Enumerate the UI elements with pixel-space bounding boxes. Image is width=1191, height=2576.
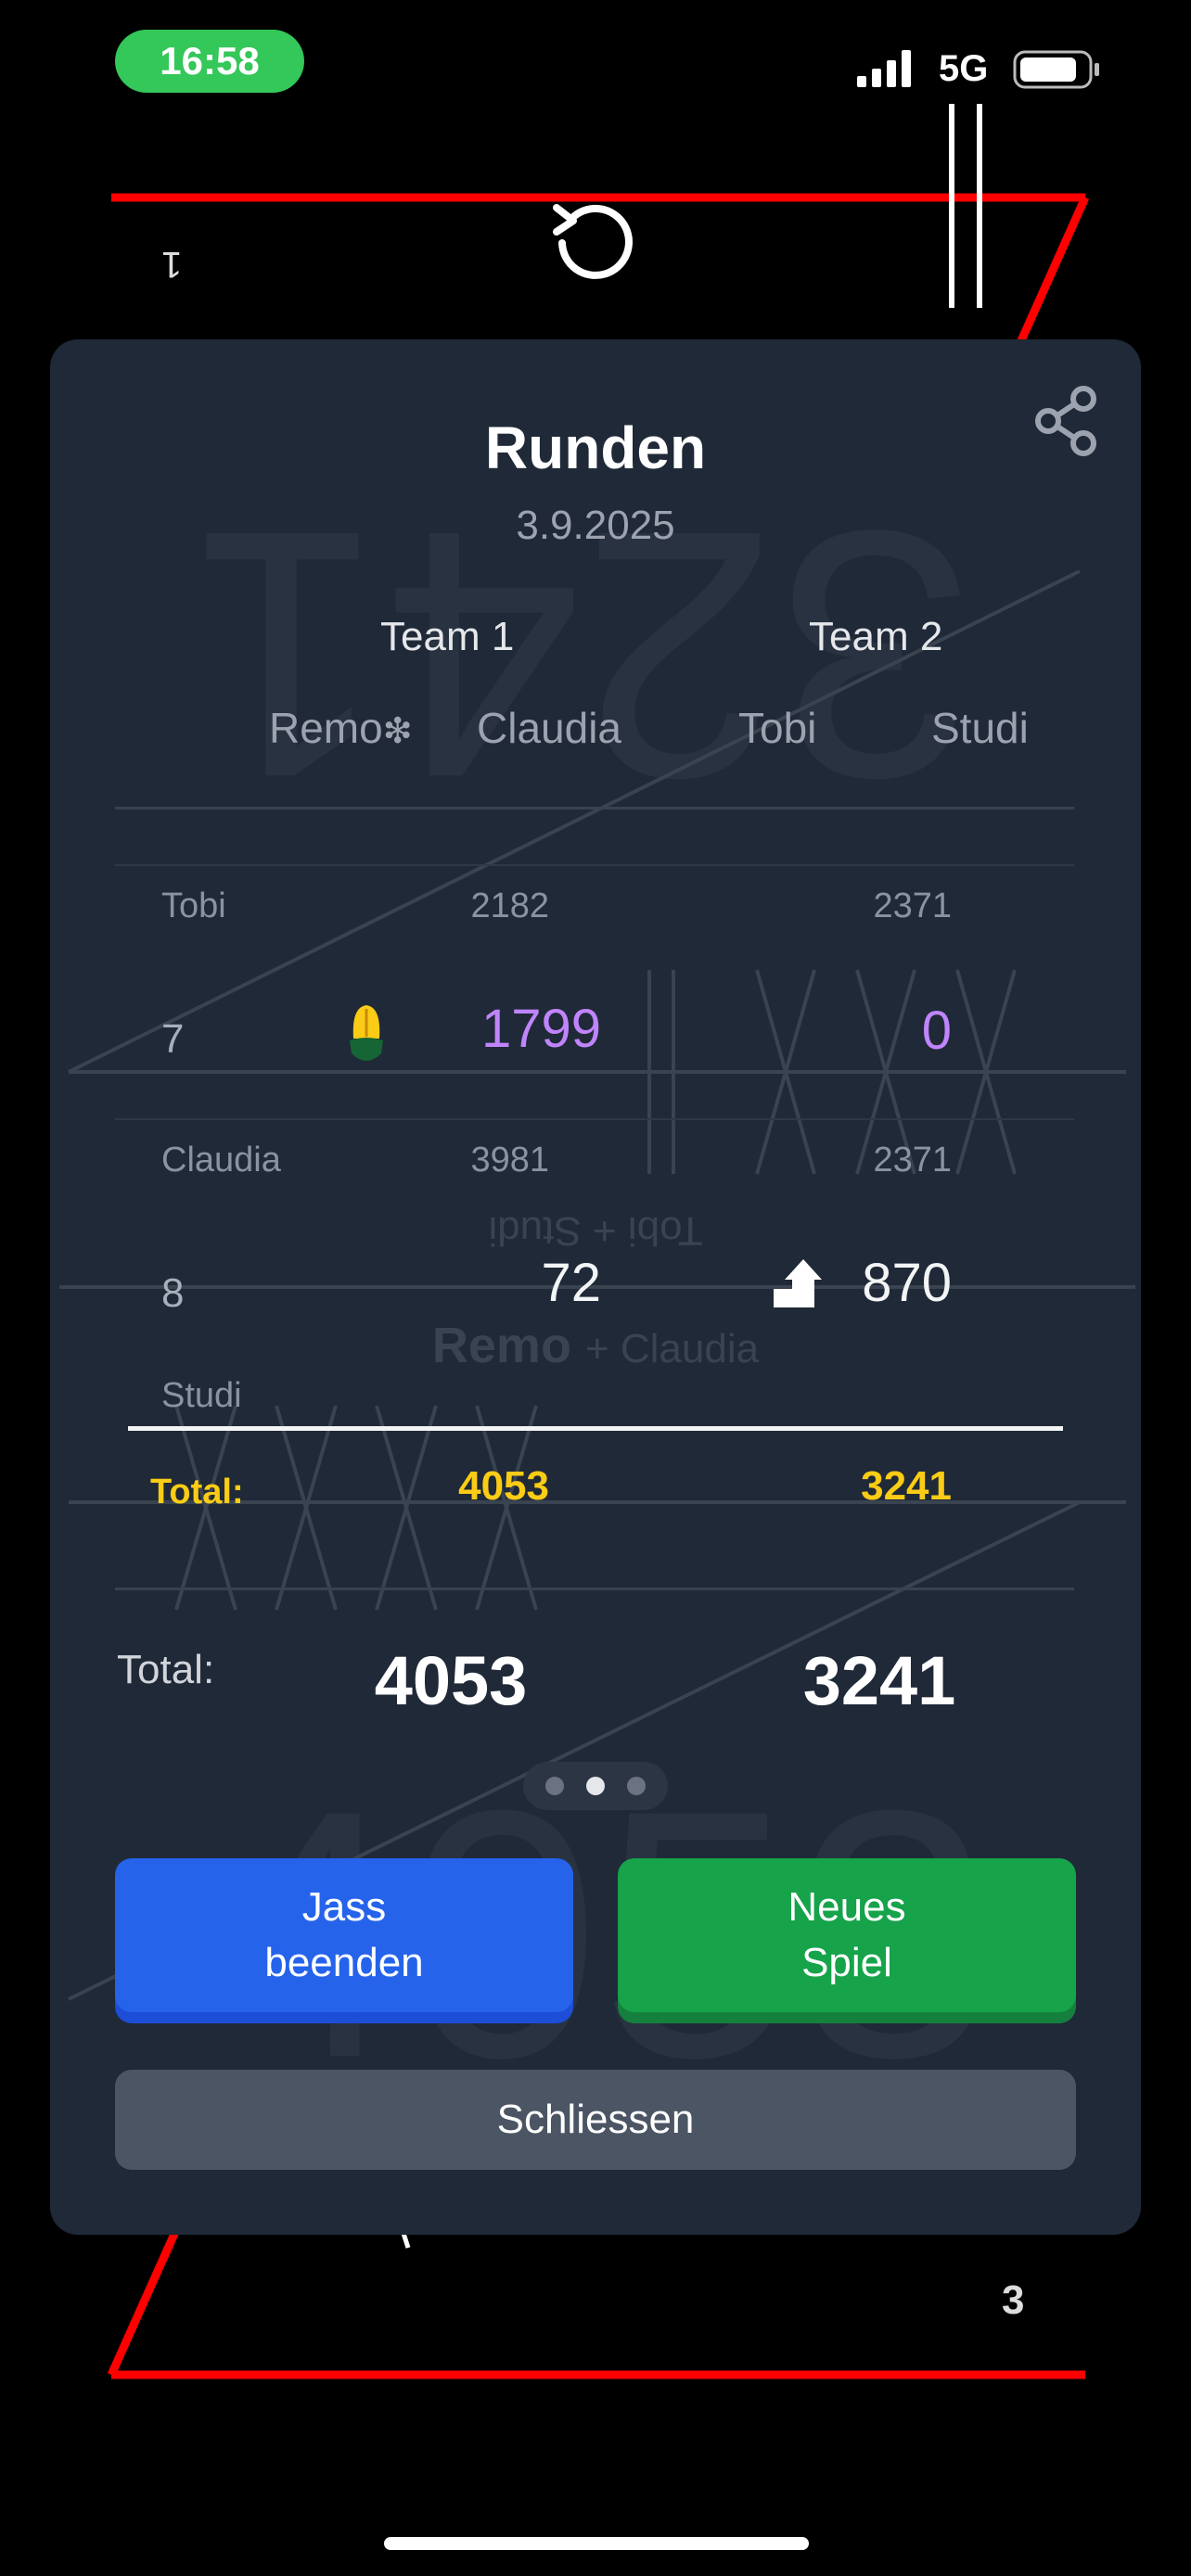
round-score-team1[interactable]: 72	[360, 1252, 601, 1314]
end-jass-line2: beenden	[264, 1940, 424, 1985]
table-total-team2: 3241	[861, 1463, 952, 1509]
row-divider	[115, 864, 1074, 866]
ghost-team2-label: Tobi + Studi	[488, 1208, 703, 1254]
round-score-team1[interactable]: 1799	[360, 998, 601, 1060]
round-score-team2[interactable]: 870	[711, 1252, 952, 1314]
end-jass-label: Jass beenden	[264, 1880, 423, 1991]
team2-label: Team 2	[809, 614, 943, 659]
subtotal-team1: 2182	[470, 886, 549, 925]
undo-icon[interactable]	[549, 191, 638, 280]
home-indicator[interactable]	[384, 2537, 809, 2550]
total-divider	[128, 1426, 1063, 1431]
player-claudia: Claudia	[477, 704, 621, 752]
new-game-label: Neues Spiel	[788, 1880, 905, 1991]
rounds-modal: 3241 4053 Tobi + Studi Remo + Claudia Ru…	[50, 339, 1141, 2235]
modal-date: 3.9.2025	[516, 503, 675, 548]
player-studi: Studi	[931, 704, 1029, 752]
ghost-team1-label: Remo + Claudia	[50, 1317, 1141, 1374]
table-total-label: Total:	[150, 1473, 244, 1511]
ghost-team1-rest: + Claudia	[584, 1326, 760, 1371]
subtotal-team2: 2371	[873, 886, 952, 925]
new-game-button[interactable]: Neues Spiel	[618, 1858, 1076, 2012]
grand-total-team2: 3241	[802, 1642, 956, 1719]
table-bottom-divider	[115, 1588, 1074, 1590]
new-game-line2: Spiel	[801, 1940, 892, 1985]
page-dot[interactable]	[545, 1777, 564, 1795]
slate-score: 3	[1002, 2277, 1025, 2323]
end-jass-button[interactable]: Jass beenden	[115, 1858, 573, 2012]
round-score-team2[interactable]: 0	[711, 1000, 952, 1062]
player-tobi: Tobi	[738, 704, 817, 752]
next-dealer-name: Studi	[161, 1376, 242, 1415]
grand-total-label: Total:	[117, 1647, 215, 1692]
table-total-team1: 4053	[458, 1463, 549, 1509]
dealer-name: Tobi	[161, 886, 226, 925]
team1-label: Team 1	[380, 614, 515, 659]
dealer-name: Claudia	[161, 1141, 281, 1180]
player-name: Remo❇	[269, 703, 413, 753]
new-game-line1: Neues	[788, 1884, 906, 1930]
ghost-team1-bold: Remo	[431, 1318, 571, 1373]
end-jass-line1: Jass	[301, 1884, 387, 1930]
close-button[interactable]: Schliessen	[115, 2070, 1076, 2170]
header-divider	[115, 807, 1074, 810]
round-number: 7	[161, 1016, 185, 1062]
page-dot-active[interactable]	[586, 1777, 605, 1795]
player-remo: Remo	[269, 704, 383, 752]
subtotal-team1: 3981	[470, 1141, 549, 1180]
subtotal-team2: 2371	[873, 1141, 952, 1180]
grand-total-team1: 4053	[374, 1642, 528, 1719]
round-number: 8	[161, 1270, 185, 1316]
slate-mark: 1	[161, 244, 183, 285]
starter-icon: ❇	[382, 712, 413, 751]
share-icon[interactable]	[1031, 384, 1102, 458]
page-indicator[interactable]	[523, 1762, 668, 1810]
modal-title: Runden	[484, 414, 707, 481]
row-divider	[115, 1118, 1074, 1120]
page-dot[interactable]	[627, 1777, 646, 1795]
